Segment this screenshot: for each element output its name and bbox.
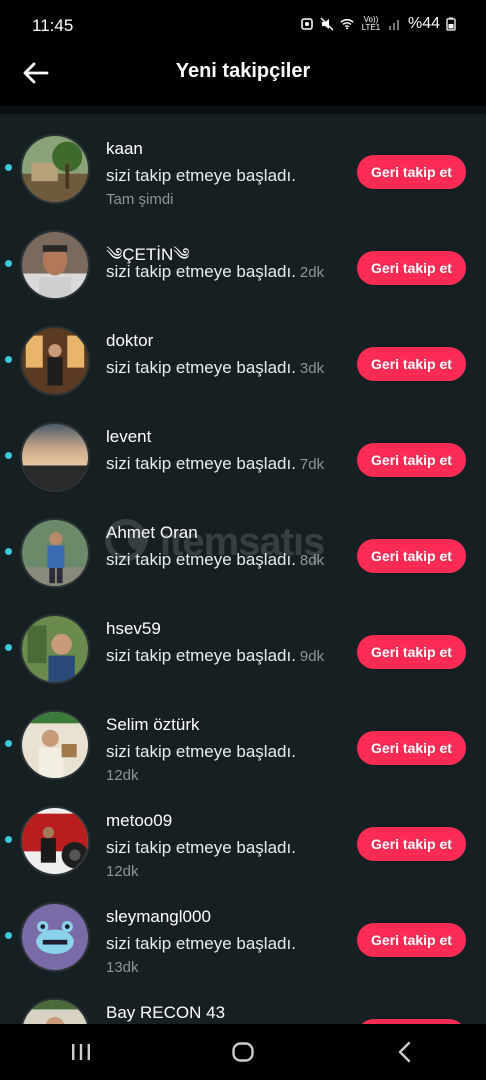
recent-apps-icon [72,1044,90,1060]
follow-back-button[interactable]: Geri takip et [357,827,466,861]
unread-dot [5,548,12,555]
follow-time: 7dk [299,456,325,473]
avatar[interactable] [20,326,90,396]
avatar[interactable] [20,902,90,972]
list-item[interactable]: sleymangl000 sizi takip etmeye başladı. … [0,892,486,988]
avatar[interactable] [20,710,90,780]
follow-message: sizi takip etmeye başladı. 9dk [106,646,325,665]
back-nav-button[interactable] [375,1032,435,1072]
list-item[interactable]: Bay RECON 43 [0,988,486,1024]
follow-time: 12dk [106,767,139,784]
follow-time: 8dk [299,552,325,569]
follow-message: sizi takip etmeye başladı. 8dk [106,550,325,569]
home-button[interactable] [213,1032,273,1072]
list-item[interactable]: hsev59 sizi takip etmeye başladı. 9dk Ger… [0,604,486,700]
follower-name[interactable]: doktor [106,331,153,351]
status-time: 11:45 [32,16,74,35]
avatar[interactable] [20,998,90,1024]
list-item[interactable]: kaan sizi takip etmeye başladı. Tam şimd… [0,124,486,220]
list-item[interactable]: metoo09 sizi takip etmeye başladı. 12dk … [0,796,486,892]
home-icon [232,1042,254,1062]
follower-name[interactable]: levent [106,427,151,447]
avatar[interactable] [20,422,90,492]
follower-name[interactable]: sleymangl000 [106,907,211,927]
follower-name[interactable]: Selim öztürk [106,715,200,735]
follow-time: 13dk [106,959,139,976]
follow-back-button[interactable]: Geri takip et [357,923,466,957]
wifi-icon [340,19,354,30]
avatar[interactable] [20,614,90,684]
follower-name[interactable]: hsev59 [106,619,161,639]
follow-message: sizi takip etmeye başladı. [106,934,296,953]
follow-message: sizi takip etmeye başladı. [106,166,296,185]
follow-back-button[interactable]: Geri takip et [357,155,466,189]
follow-time: 2dk [299,264,325,281]
list-item[interactable]: levent sizi takip etmeye başladı. 7dk Ger… [0,412,486,508]
battery-percent: %44 [407,15,440,32]
network-label: Vo)) LTE1 [361,15,381,32]
follow-message: sizi takip etmeye başladı. [106,742,296,761]
list-item[interactable]: doktor sizi takip etmeye başladı. 3dk Ger… [0,316,486,412]
signal-icon [388,20,399,30]
unread-dot [5,260,12,267]
follow-time: 12dk [106,863,139,880]
follow-message: sizi takip etmeye başladı. 3dk [106,358,325,377]
system-nav-bar [0,1024,486,1080]
app-header: Yeni takipçiler [0,40,486,106]
unread-dot [5,452,12,459]
page-title: Yeni takipçiler [175,60,311,82]
follow-back-button[interactable]: Geri takip et [357,635,466,669]
follow-message: sizi takip etmeye başladı. 7dk [106,454,325,473]
avatar[interactable] [20,230,90,300]
unread-dot [5,836,12,843]
list-item[interactable]: Selim öztürk sizi takip etmeye başladı. … [0,700,486,796]
unread-dot [5,164,12,171]
recent-apps-button[interactable] [51,1032,111,1072]
unread-dot [5,740,12,747]
follower-name[interactable]: kaan [106,139,143,159]
follower-name[interactable]: Bay RECON 43 [106,1003,225,1023]
avatar[interactable] [20,134,90,204]
alarm-icon [301,18,313,30]
follow-time: Tam şimdi [106,191,174,208]
follow-back-button[interactable]: Geri takip et [357,731,466,765]
list-item[interactable]: ༄ÇETİN༄ sizi takip etmeye başladı. 2dk Ge… [0,220,486,316]
follow-back-button[interactable]: Geri takip et [357,539,466,573]
follower-name[interactable]: metoo09 [106,811,172,831]
followers-list[interactable]: kaan sizi takip etmeye başladı. Tam şimd… [0,106,486,1024]
follow-message: sizi takip etmeye başladı. [106,838,296,857]
follow-back-button[interactable]: Geri takip et [357,443,466,477]
follow-time: 9dk [299,648,325,665]
unread-dot [5,644,12,651]
follower-name[interactable]: Ahmet Oran [106,523,198,543]
battery-icon [446,17,456,31]
follow-back-button[interactable]: Geri takip et [357,347,466,381]
unread-dot [5,932,12,939]
status-bar: 11:45 Vo)) LTE1 %44 [0,0,486,40]
follow-time: 3dk [299,360,325,377]
follow-message: sizi takip etmeye başladı. 2dk [106,262,325,281]
chevron-left-icon [398,1041,411,1063]
list-item[interactable]: Ahmet Oran sizi takip etmeye başladı. 8dk… [0,508,486,604]
unread-dot [5,356,12,363]
follow-back-button[interactable]: Geri takip et [357,251,466,285]
avatar[interactable] [20,806,90,876]
avatar[interactable] [20,518,90,588]
status-icons: Vo)) LTE1 %44 [300,15,456,33]
mute-icon [320,17,334,31]
